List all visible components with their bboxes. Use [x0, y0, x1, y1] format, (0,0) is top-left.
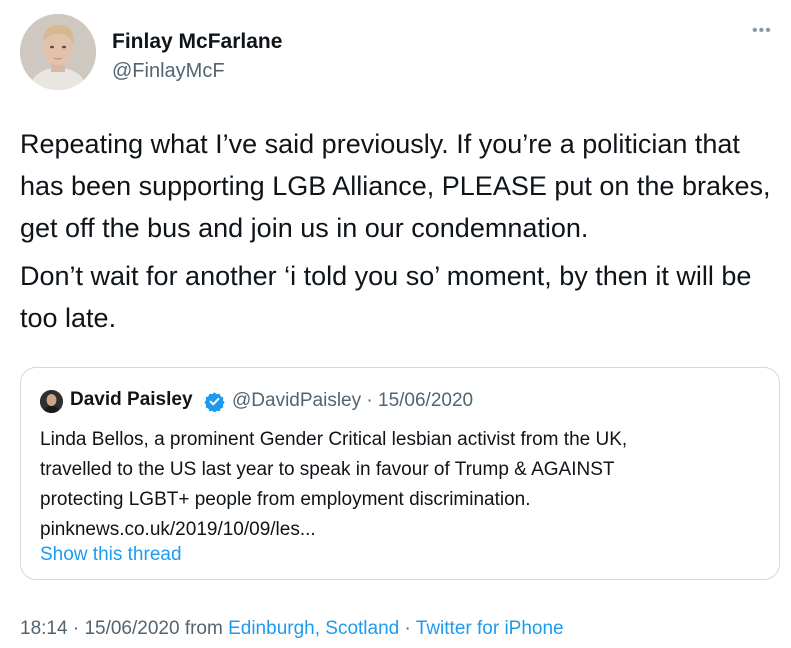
quoted-text-line: travelled to the US last year to speak i…	[40, 459, 615, 480]
author-display-name[interactable]: Finlay McFarlane	[112, 30, 282, 54]
verified-badge-icon	[204, 392, 225, 412]
quoted-text-line: protecting LGBT+ people from employment …	[40, 489, 531, 510]
quoted-text-line: Linda Bellos, a prominent Gender Critica…	[40, 429, 628, 450]
quoted-author-handle[interactable]: @DavidPaisley	[232, 390, 361, 411]
quoted-author-name[interactable]: David Paisley	[70, 389, 193, 411]
footer-separator: ·	[72, 618, 80, 639]
source-link[interactable]: Twitter for iPhone	[416, 618, 564, 639]
author-avatar[interactable]	[20, 14, 96, 90]
quoted-meta: @DavidPaisley · 15/06/2020	[232, 390, 473, 412]
tweet-paragraph: Repeating what I’ve said previously. If …	[20, 129, 771, 243]
quoted-text-link[interactable]: pinknews.co.uk/2019/10/09/les...	[40, 515, 765, 545]
author-avatar-image	[20, 14, 96, 90]
location-link[interactable]: Edinburgh, Scotland	[228, 618, 399, 639]
quoted-author-avatar-image	[40, 390, 63, 413]
author-handle[interactable]: @FinlayMcF	[112, 60, 225, 83]
tweet-date[interactable]: 15/06/2020	[84, 618, 179, 639]
show-thread-link[interactable]: Show this thread	[40, 544, 182, 566]
quoted-author-avatar[interactable]	[40, 390, 63, 413]
quoted-tweet-card[interactable]: David Paisley @DavidPaisley · 15/06/2020…	[20, 367, 780, 580]
footer-separator: ·	[404, 618, 411, 639]
quoted-date[interactable]: 15/06/2020	[378, 390, 473, 411]
tweet-paragraph: Don’t wait for another ‘i told you so’ m…	[20, 261, 752, 333]
tweet-time[interactable]: 18:14	[20, 618, 68, 639]
tweet-text: Repeating what I’ve said previously. If …	[20, 123, 785, 345]
quoted-tweet-text: Linda Bellos, a prominent Gender Critica…	[40, 425, 765, 545]
from-label: from	[184, 618, 223, 639]
meta-separator: ·	[366, 390, 373, 411]
tweet-footer: 18:14 · 15/06/2020 from Edinburgh, Scotl…	[20, 618, 564, 640]
more-horizontal-icon[interactable]: •••	[752, 23, 772, 39]
